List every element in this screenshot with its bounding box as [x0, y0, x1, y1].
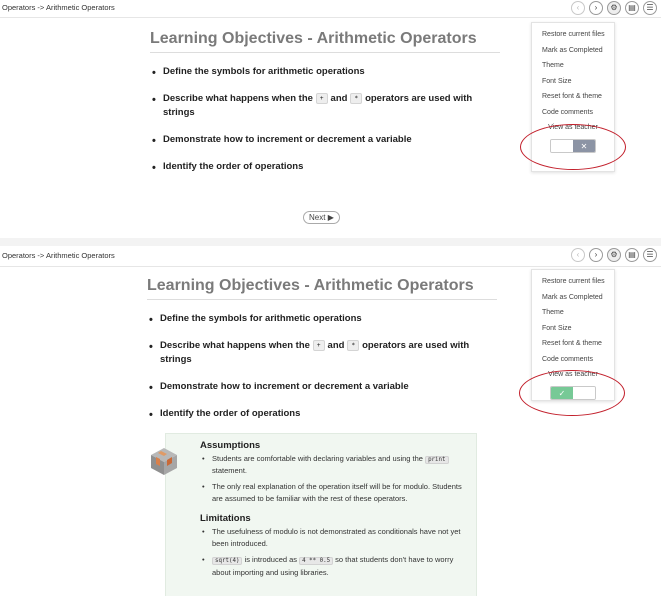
next-button[interactable]: Next ▶ [303, 211, 340, 224]
star-code-chip: * [347, 339, 360, 351]
breadcrumb[interactable]: Operators -> Arithmetic Operators [2, 251, 115, 260]
sqrt-code: sqrt(4) [212, 557, 243, 566]
panel-separator [0, 238, 661, 246]
assumptions-list: Students are comfortable with declaring … [200, 453, 466, 505]
page-content: Learning Objectives - Arithmetic Operato… [147, 277, 497, 434]
topbar-divider [0, 17, 661, 18]
gear-icon: ⚙ [610, 3, 618, 12]
book-button[interactable]: ▤ [625, 248, 639, 262]
limitation-item: sqrt(4) is introduced as 4 ** 0.5 so tha… [200, 554, 466, 578]
menu-item-restore-files[interactable]: Restore current files [532, 274, 614, 290]
menu-item-font-size[interactable]: Font Size [532, 321, 614, 337]
assumption-text: Students are comfortable with declaring … [212, 454, 423, 463]
limitations-list: The usefulness of modulo is not demonstr… [200, 526, 466, 578]
page-content: Learning Objectives - Arithmetic Operato… [150, 30, 500, 187]
assumption-text: statement. [212, 466, 248, 476]
gear-icon: ⚙ [610, 250, 618, 259]
prev-page-button[interactable]: ‹ [571, 248, 585, 262]
menu-item-restore-files[interactable]: Restore current files [532, 27, 614, 43]
settings-button[interactable]: ⚙ [607, 248, 621, 262]
objective-item: Identify the order of operations [150, 160, 500, 177]
page-title: Learning Objectives - Arithmetic Operato… [147, 277, 497, 300]
star-code-chip: * [350, 92, 363, 104]
page-title: Learning Objectives - Arithmetic Operato… [150, 30, 500, 53]
objective-item: Identify the order of operations [147, 407, 497, 424]
chevron-right-icon: › [594, 250, 598, 259]
print-code: print [425, 456, 449, 464]
objective-item: Demonstrate how to increment or decremen… [147, 380, 497, 397]
menu-item-reset-font-theme[interactable]: Reset font & theme [532, 336, 614, 352]
topbar-divider [0, 266, 661, 267]
limitation-text: is introduced as [244, 555, 298, 565]
objective-text: Describe what happens when the [163, 92, 313, 104]
book-icon: ▤ [628, 3, 636, 12]
limitation-text: The usefulness of modulo is not demonstr… [212, 527, 461, 549]
menu-item-code-comments[interactable]: Code comments [532, 352, 614, 368]
objectives-list: Define the symbols for arithmetic operat… [150, 65, 500, 177]
plus-code-chip: + [315, 92, 328, 104]
chevron-right-icon: › [594, 3, 598, 12]
objective-item: Define the symbols for arithmetic operat… [147, 312, 497, 329]
assumption-item: Students are comfortable with declaring … [200, 453, 466, 477]
list-icon: ☰ [646, 250, 654, 259]
objective-text: Describe what happens when the [160, 339, 310, 351]
assumption-item: The only real explanation of the operati… [200, 481, 466, 505]
settings-button[interactable]: ⚙ [607, 1, 621, 15]
toolbar: ‹ › ⚙ ▤ ☰ [571, 248, 657, 262]
objective-text: and [327, 339, 345, 351]
objective-text: Define the symbols for arithmetic operat… [160, 313, 362, 324]
menu-button[interactable]: ☰ [643, 1, 657, 15]
chevron-left-icon: ‹ [576, 3, 580, 12]
menu-item-code-comments[interactable]: Code comments [532, 105, 614, 121]
play-arrow-icon: ▶ [327, 213, 334, 222]
objective-item: Describe what happens when the+and*opera… [150, 92, 500, 121]
objective-text: Demonstrate how to increment or decremen… [163, 134, 412, 146]
menu-item-mark-completed[interactable]: Mark as Completed [532, 290, 614, 306]
chevron-left-icon: ‹ [576, 250, 580, 259]
menu-item-theme[interactable]: Theme [532, 58, 614, 74]
objective-text: Demonstrate how to increment or decremen… [160, 381, 409, 393]
power-code: 4 ** 0.5 [299, 557, 334, 566]
highlight-annotation-ring [520, 124, 626, 170]
menu-button[interactable]: ☰ [643, 248, 657, 262]
menu-item-theme[interactable]: Theme [532, 305, 614, 321]
objective-text: Identify the order of operations [160, 407, 301, 419]
teacher-blocks-icon [151, 448, 177, 475]
assumptions-heading: Assumptions [200, 440, 261, 451]
objective-item: Describe what happens when the+and*opera… [147, 339, 497, 368]
objective-item: Demonstrate how to increment or decremen… [150, 133, 500, 150]
next-page-button[interactable]: › [589, 248, 603, 262]
screenshot-panel-teacher-on: Operators -> Arithmetic Operators ‹ › ⚙ … [0, 246, 661, 596]
menu-item-reset-font-theme[interactable]: Reset font & theme [532, 89, 614, 105]
menu-item-mark-completed[interactable]: Mark as Completed [532, 43, 614, 59]
assumption-text: The only real explanation of the operati… [212, 482, 462, 504]
book-icon: ▤ [628, 250, 636, 259]
list-icon: ☰ [646, 3, 654, 12]
next-page-button[interactable]: › [589, 1, 603, 15]
objective-text: and [330, 92, 348, 104]
next-button-label: Next [309, 213, 326, 222]
screenshot-panel-teacher-off: Operators -> Arithmetic Operators ‹ › ⚙ … [0, 0, 661, 238]
plus-code-chip: + [312, 339, 325, 351]
highlight-annotation-ring [519, 370, 625, 416]
objective-item: Define the symbols for arithmetic operat… [150, 65, 500, 82]
limitation-item: The usefulness of modulo is not demonstr… [200, 526, 466, 550]
limitations-heading: Limitations [200, 513, 251, 525]
objective-text: Identify the order of operations [163, 160, 304, 172]
prev-page-button[interactable]: ‹ [571, 1, 585, 15]
menu-item-font-size[interactable]: Font Size [532, 74, 614, 90]
objective-text: Define the symbols for arithmetic operat… [163, 66, 365, 77]
breadcrumb[interactable]: Operators -> Arithmetic Operators [2, 3, 115, 12]
teacher-notes-box: Assumptions Students are comfortable wit… [165, 433, 477, 596]
book-button[interactable]: ▤ [625, 1, 639, 15]
toolbar: ‹ › ⚙ ▤ ☰ [571, 1, 657, 15]
objectives-list: Define the symbols for arithmetic operat… [147, 312, 497, 424]
